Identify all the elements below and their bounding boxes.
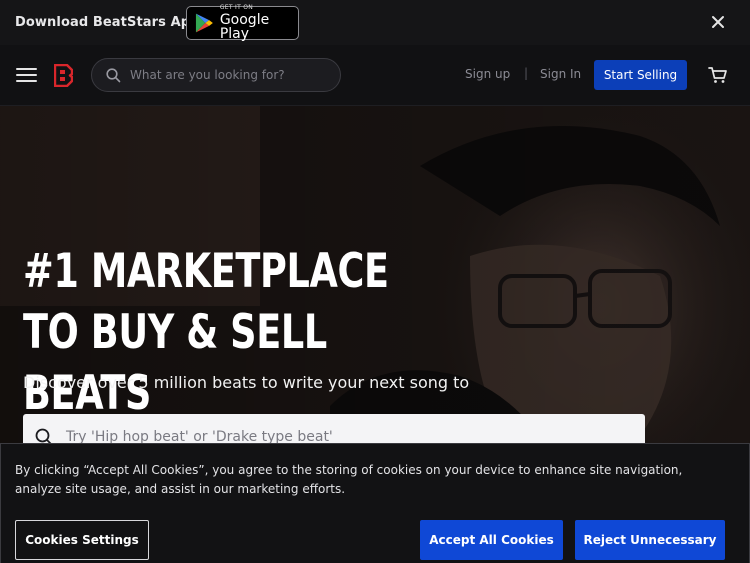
badge-small-text: GET IT ON <box>219 4 254 11</box>
app-download-banner: Download BeatStars App GET IT ON Google … <box>0 0 750 45</box>
beatstars-logo[interactable] <box>54 64 73 87</box>
close-icon[interactable] <box>710 14 726 30</box>
badge-big-text: Google Play <box>219 12 270 42</box>
signup-link[interactable]: Sign up <box>465 67 510 81</box>
hero-subtitle: Discover over 5 million beats to write y… <box>23 373 470 392</box>
google-play-icon <box>195 13 213 33</box>
google-play-badge[interactable]: GET IT ON Google Play <box>186 4 299 42</box>
nav-search-input[interactable]: What are you looking for? <box>91 58 341 92</box>
top-nav: What are you looking for? Sign up | Sign… <box>0 45 750 106</box>
hero-title: #1 MARKETPLACE TO BUY & SELL BEATS <box>23 244 389 421</box>
cookies-settings-button[interactable]: Cookies Settings <box>15 520 149 560</box>
cart-icon[interactable] <box>708 66 728 84</box>
hamburger-icon[interactable] <box>16 68 37 83</box>
nav-separator: | <box>524 66 529 80</box>
reject-unnecessary-button[interactable]: Reject Unnecessary <box>575 520 725 560</box>
start-selling-button[interactable]: Start Selling <box>594 60 687 90</box>
nav-search-placeholder: What are you looking for? <box>130 68 285 82</box>
accept-all-cookies-button[interactable]: Accept All Cookies <box>420 520 563 560</box>
cookie-message: By clicking “Accept All Cookies”, you ag… <box>15 463 683 496</box>
signin-link[interactable]: Sign In <box>540 67 581 81</box>
app-banner-title: Download BeatStars App <box>15 15 200 30</box>
search-icon <box>106 67 121 82</box>
cookie-consent-banner: By clicking “Accept All Cookies”, you ag… <box>0 443 750 563</box>
